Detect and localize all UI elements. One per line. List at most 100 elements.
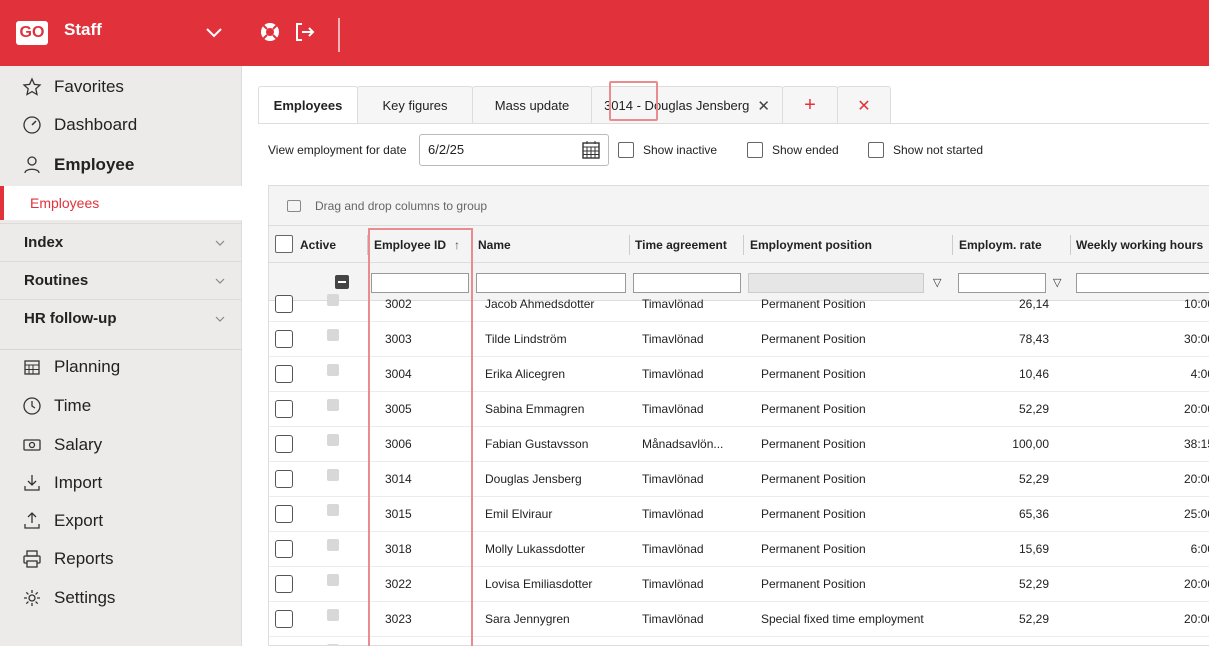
- sidebar-item-planning[interactable]: Planning: [0, 350, 242, 384]
- close-icon: ✕: [857, 97, 871, 115]
- calendar-icon: [24, 360, 40, 375]
- show-ended-checkbox[interactable]: Show ended: [747, 142, 839, 158]
- row-checkbox[interactable]: [275, 505, 293, 523]
- table-row[interactable]: 3002 Jacob Ahmedsdotter Timavlönad Permanen…: [269, 288, 1209, 322]
- money-icon: [23, 439, 41, 451]
- employee-grid: Drag and drop columns to group Active Em…: [268, 185, 1209, 646]
- cell-agreement: Timavlönad: [642, 472, 704, 486]
- row-checkbox[interactable]: [275, 540, 293, 558]
- tab-mass-update[interactable]: Mass update: [472, 86, 592, 124]
- sidebar-item-reports[interactable]: Reports: [0, 542, 242, 576]
- cell-hours: 20:00: [1183, 472, 1209, 486]
- tabs-divider: [258, 123, 1209, 124]
- cell-position: Permanent Position: [761, 577, 866, 591]
- row-checkbox[interactable]: [275, 330, 293, 348]
- table-row[interactable]: 3004 Erika Alicegren Timavlönad Permanent P…: [269, 358, 1209, 392]
- sidebar-item-dashboard[interactable]: Dashboard: [0, 108, 242, 142]
- table-row[interactable]: 3003 Tilde Lindström Timavlönad Permanent P…: [269, 323, 1209, 357]
- cell-position: Permanent Position: [761, 297, 866, 311]
- sidebar-item-employees[interactable]: Employees: [0, 186, 242, 220]
- column-header-employee-id[interactable]: Employee ID ↑: [374, 226, 460, 263]
- active-filter-toggle[interactable]: [335, 275, 349, 289]
- sidebar-item-time[interactable]: Time: [0, 389, 242, 423]
- row-checkbox[interactable]: [275, 575, 293, 593]
- checkbox[interactable]: [747, 142, 763, 158]
- sidebar-item-favorites[interactable]: Favorites: [0, 70, 242, 104]
- cell-hours: 38:15: [1183, 437, 1209, 451]
- cell-hours: 4:00: [1190, 367, 1209, 381]
- checkbox-label: Show not started: [893, 143, 984, 157]
- active-indicator: [327, 399, 339, 411]
- column-divider: [952, 235, 953, 255]
- sidebar-item-export[interactable]: Export: [0, 504, 242, 538]
- table-row[interactable]: 3014 Douglas Jensberg Timavlönad Permanent …: [269, 463, 1209, 497]
- plus-icon: +: [804, 94, 816, 116]
- calendar-icon[interactable]: [581, 140, 601, 160]
- table-row[interactable]: 3005 Sabina Emmagren Timavlönad Permanent P…: [269, 393, 1209, 427]
- sidebar-item-import[interactable]: Import: [0, 466, 242, 500]
- cell-id: 3005: [385, 402, 412, 416]
- cell-id: 3018: [385, 542, 412, 556]
- column-divider: [1070, 235, 1071, 255]
- active-indicator: [327, 574, 339, 586]
- row-checkbox[interactable]: [275, 435, 293, 453]
- sidebar-group-index[interactable]: Index: [0, 223, 242, 261]
- cell-rate: 52,29: [1018, 472, 1049, 486]
- cell-hours: 10:00: [1183, 297, 1209, 311]
- tab-key-figures[interactable]: Key figures: [357, 86, 473, 124]
- column-header-name[interactable]: Name: [478, 226, 511, 263]
- row-checkbox[interactable]: [275, 610, 293, 628]
- row-checkbox[interactable]: [275, 295, 293, 313]
- sidebar-item-salary[interactable]: Salary: [0, 428, 242, 462]
- app-logo[interactable]: GO: [16, 21, 48, 45]
- app-title[interactable]: Staff: [64, 20, 102, 40]
- tab-employees[interactable]: Employees: [258, 86, 358, 124]
- lifebuoy-icon[interactable]: [258, 20, 282, 44]
- sidebar-item-label: Employee: [54, 155, 135, 174]
- cell-id: 3024: [385, 638, 465, 645]
- active-indicator: [327, 364, 339, 376]
- table-row[interactable]: 3022 Lovisa Emiliasdotter Timavlönad Perman…: [269, 568, 1209, 602]
- sidebar-item-employee[interactable]: Employee: [0, 148, 242, 182]
- column-header-employment-rate[interactable]: Employm. rate: [959, 226, 1042, 263]
- cell-agreement: Timavlönad: [642, 542, 704, 556]
- sidebar-item-label: Import: [54, 473, 103, 492]
- column-header-weekly-hours[interactable]: Weekly working hours: [1076, 226, 1203, 263]
- group-icon: [287, 199, 301, 212]
- table-row[interactable]: 3024 Beatrice Sandberg Timavlönad Permanent…: [269, 638, 1209, 645]
- column-header-active[interactable]: Active: [300, 226, 336, 263]
- cell-hours: 20:00: [1069, 638, 1209, 645]
- sidebar-group-routines[interactable]: Routines: [0, 261, 242, 299]
- cell-agreement: Timavlönad: [642, 638, 742, 645]
- group-drop-zone[interactable]: Drag and drop columns to group: [269, 186, 1209, 226]
- cell-position: Permanent Position: [761, 507, 866, 521]
- table-row[interactable]: 3006 Fabian Gustavsson Månadsavlön... Perma…: [269, 428, 1209, 462]
- column-header-employment-position[interactable]: Employment position: [750, 226, 872, 263]
- close-icon[interactable]: ✕: [757, 97, 770, 115]
- sidebar-group-hr-followup[interactable]: HR follow-up: [0, 299, 242, 337]
- column-header-time-agreement[interactable]: Time agreement: [635, 226, 727, 263]
- add-tab-button[interactable]: +: [782, 86, 838, 124]
- checkbox[interactable]: [868, 142, 884, 158]
- cell-agreement: Timavlönad: [642, 367, 704, 381]
- row-checkbox[interactable]: [275, 470, 293, 488]
- export-icon: [24, 512, 40, 529]
- cell-agreement: Timavlönad: [642, 402, 704, 416]
- select-all-checkbox[interactable]: [275, 235, 293, 253]
- show-inactive-checkbox[interactable]: Show inactive: [618, 142, 717, 158]
- table-row[interactable]: 3023 Sara Jennygren Timavlönad Special fixe…: [269, 603, 1209, 637]
- table-row[interactable]: 3018 Molly Lukassdotter Timavlönad Permanen…: [269, 533, 1209, 567]
- show-not-started-checkbox[interactable]: Show not started: [868, 142, 983, 158]
- chevron-down-icon[interactable]: [204, 22, 224, 42]
- checkbox[interactable]: [618, 142, 634, 158]
- cell-agreement: Timavlönad: [642, 332, 704, 346]
- table-row[interactable]: 3015 Emil Elviraur Timavlönad Permanent Pos…: [269, 498, 1209, 532]
- active-indicator: [327, 469, 339, 481]
- cell-name: Jacob Ahmedsdotter: [485, 297, 595, 311]
- close-all-tabs-button[interactable]: ✕: [837, 86, 891, 124]
- sidebar-item-settings[interactable]: Settings: [0, 581, 242, 615]
- row-checkbox[interactable]: [275, 400, 293, 418]
- cell-id: 3022: [385, 577, 412, 591]
- logout-icon[interactable]: [293, 20, 317, 44]
- row-checkbox[interactable]: [275, 365, 293, 383]
